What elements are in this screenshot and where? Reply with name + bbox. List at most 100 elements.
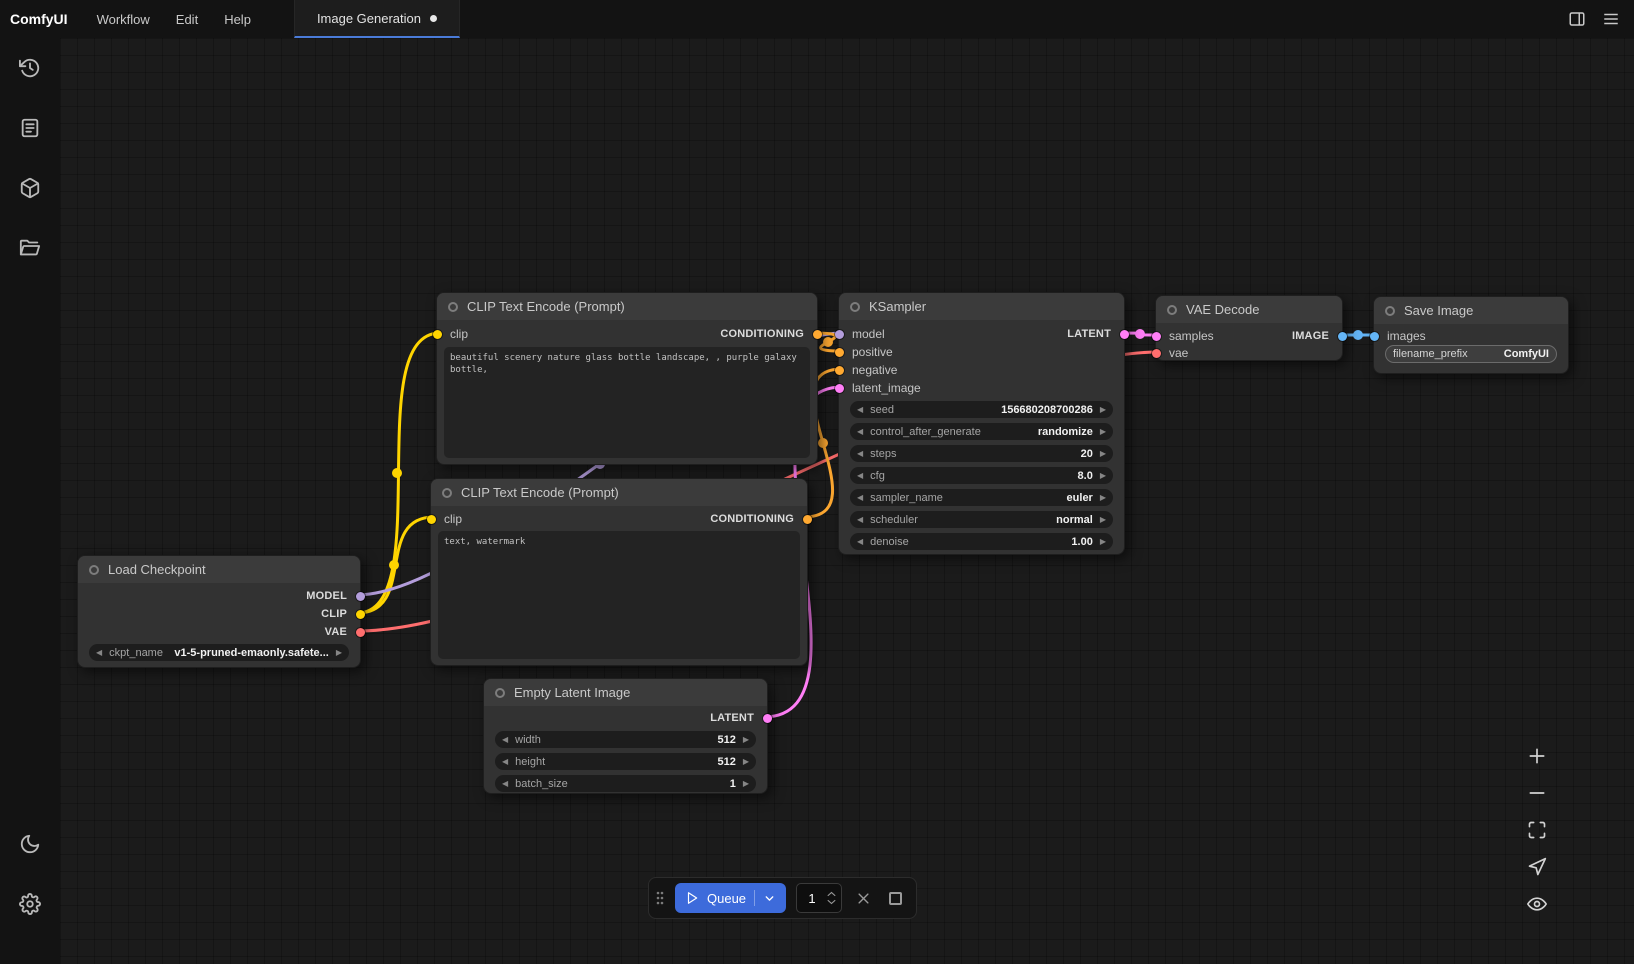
clip-output-dot[interactable] — [356, 610, 365, 619]
decrement-arrow-icon[interactable]: ◀ — [502, 758, 508, 766]
scheduler-widget[interactable]: ◀ scheduler normal ▶ — [850, 511, 1113, 528]
decrement-arrow-icon[interactable]: ◀ — [857, 494, 863, 502]
menu-help[interactable]: Help — [211, 0, 264, 38]
filename-prefix-widget[interactable]: filename_prefix ComfyUI — [1385, 345, 1557, 363]
latent-output-dot[interactable] — [763, 714, 772, 723]
denoise-widget[interactable]: ◀ denoise 1.00 ▶ — [850, 533, 1113, 550]
history-icon[interactable] — [8, 46, 52, 90]
positive-input-dot[interactable] — [835, 348, 844, 357]
zoom-in-icon[interactable] — [1525, 744, 1549, 768]
decrement-arrow-icon[interactable]: ◀ — [96, 649, 102, 657]
control-after-generate-widget[interactable]: ◀ control_after_generate randomize ▶ — [850, 423, 1113, 440]
collapse-dot[interactable] — [442, 488, 452, 498]
batch-count-steppers[interactable] — [827, 891, 841, 905]
batch-size-widget[interactable]: ◀ batch_size 1 ▶ — [495, 775, 756, 792]
batch-count-input[interactable]: 1 — [796, 883, 842, 913]
collapse-dot[interactable] — [448, 302, 458, 312]
tab-image-generation[interactable]: Image Generation — [294, 0, 460, 38]
conditioning-output-dot[interactable] — [803, 515, 812, 524]
node-clip-text-encode-negative[interactable]: CLIP Text Encode (Prompt) clip CONDITION… — [430, 478, 808, 666]
conditioning-output-dot[interactable] — [813, 330, 822, 339]
images-input-dot[interactable] — [1370, 332, 1379, 341]
stop-button[interactable] — [884, 883, 906, 913]
link-midpoint-dot[interactable] — [1135, 329, 1145, 339]
node-titlebar[interactable]: KSampler — [839, 293, 1124, 320]
node-clip-text-encode-positive[interactable]: CLIP Text Encode (Prompt) clip CONDITION… — [436, 292, 818, 465]
seed-widget[interactable]: ◀ seed 156680208700286 ▶ — [850, 401, 1113, 418]
collapse-dot[interactable] — [495, 688, 505, 698]
link-midpoint-dot[interactable] — [818, 438, 828, 448]
model-input-dot[interactable] — [835, 330, 844, 339]
latent-output-dot[interactable] — [1120, 330, 1129, 339]
node-titlebar[interactable]: Empty Latent Image — [484, 679, 767, 706]
node-titlebar[interactable]: Load Checkpoint — [78, 556, 360, 583]
prompt-textarea[interactable]: text, watermark — [438, 531, 800, 659]
increment-arrow-icon[interactable]: ▶ — [743, 758, 749, 766]
zoom-out-icon[interactable] — [1525, 781, 1549, 805]
menu-workflow[interactable]: Workflow — [84, 0, 163, 38]
increment-arrow-icon[interactable]: ▶ — [1100, 406, 1106, 414]
node-titlebar[interactable]: CLIP Text Encode (Prompt) — [431, 479, 807, 506]
node-vae-decode[interactable]: VAE Decode samples IMAGE vae — [1155, 295, 1343, 361]
increment-arrow-icon[interactable]: ▶ — [743, 780, 749, 788]
model-output-dot[interactable] — [356, 592, 365, 601]
fit-view-icon[interactable] — [1525, 818, 1549, 842]
panel-toggle-icon[interactable] — [1568, 10, 1586, 28]
decrement-arrow-icon[interactable]: ◀ — [502, 736, 508, 744]
cfg-widget[interactable]: ◀ cfg 8.0 ▶ — [850, 467, 1113, 484]
link-midpoint-dot[interactable] — [823, 337, 833, 347]
theme-toggle-icon[interactable] — [8, 822, 52, 866]
clip-input-dot[interactable] — [427, 515, 436, 524]
menu-icon[interactable] — [1602, 10, 1620, 28]
decrement-arrow-icon[interactable]: ◀ — [857, 538, 863, 546]
vae-output-dot[interactable] — [356, 628, 365, 637]
ckpt-name-widget[interactable]: ◀ ckpt_name v1-5-pruned-emaonly.safete..… — [89, 644, 349, 661]
select-mode-icon[interactable] — [1525, 855, 1549, 879]
link-midpoint-dot[interactable] — [1353, 330, 1363, 340]
cancel-button[interactable] — [852, 883, 874, 913]
drag-handle-icon[interactable] — [655, 890, 665, 906]
increment-arrow-icon[interactable]: ▶ — [1100, 450, 1106, 458]
node-titlebar[interactable]: VAE Decode — [1156, 296, 1342, 323]
width-widget[interactable]: ◀ width 512 ▶ — [495, 731, 756, 748]
height-widget[interactable]: ◀ height 512 ▶ — [495, 753, 756, 770]
menu-edit[interactable]: Edit — [163, 0, 211, 38]
increment-arrow-icon[interactable]: ▶ — [1100, 516, 1106, 524]
decrement-arrow-icon[interactable]: ◀ — [502, 780, 508, 788]
node-empty-latent-image[interactable]: Empty Latent Image LATENT ◀ width 512 ▶ … — [483, 678, 768, 794]
toggle-visibility-icon[interactable] — [1525, 892, 1549, 916]
collapse-dot[interactable] — [1167, 305, 1177, 315]
increment-arrow-icon[interactable]: ▶ — [743, 736, 749, 744]
increment-arrow-icon[interactable]: ▶ — [1100, 494, 1106, 502]
node-titlebar[interactable]: Save Image — [1374, 297, 1568, 324]
node-save-image[interactable]: Save Image images filename_prefix ComfyU… — [1373, 296, 1569, 374]
prompt-textarea[interactable]: beautiful scenery nature glass bottle la… — [444, 347, 810, 458]
workflows-icon[interactable] — [8, 226, 52, 270]
settings-icon[interactable] — [8, 882, 52, 926]
collapse-dot[interactable] — [89, 565, 99, 575]
node-library-icon[interactable] — [8, 106, 52, 150]
decrement-arrow-icon[interactable]: ◀ — [857, 450, 863, 458]
increment-arrow-icon[interactable]: ▶ — [1100, 472, 1106, 480]
node-graph-canvas[interactable]: CLIP Text Encode (Prompt) clip CONDITION… — [60, 38, 1634, 964]
link-midpoint-dot[interactable] — [392, 468, 402, 478]
chevron-down-icon[interactable] — [763, 892, 776, 905]
latent-image-input-dot[interactable] — [835, 384, 844, 393]
increment-arrow-icon[interactable]: ▶ — [1100, 428, 1106, 436]
chevron-down-icon[interactable] — [827, 899, 836, 905]
node-load-checkpoint[interactable]: Load Checkpoint MODEL CLIP VAE ◀ ckpt_na… — [77, 555, 361, 668]
chevron-up-icon[interactable] — [827, 891, 836, 897]
decrement-arrow-icon[interactable]: ◀ — [857, 472, 863, 480]
model-library-icon[interactable] — [8, 166, 52, 210]
increment-arrow-icon[interactable]: ▶ — [1100, 538, 1106, 546]
negative-input-dot[interactable] — [835, 366, 844, 375]
node-titlebar[interactable]: CLIP Text Encode (Prompt) — [437, 293, 817, 320]
decrement-arrow-icon[interactable]: ◀ — [857, 428, 863, 436]
increment-arrow-icon[interactable]: ▶ — [336, 649, 342, 657]
steps-widget[interactable]: ◀ steps 20 ▶ — [850, 445, 1113, 462]
image-output-dot[interactable] — [1338, 332, 1347, 341]
samples-input-dot[interactable] — [1152, 332, 1161, 341]
sampler-name-widget[interactable]: ◀ sampler_name euler ▶ — [850, 489, 1113, 506]
collapse-dot[interactable] — [1385, 306, 1395, 316]
clip-input-dot[interactable] — [433, 330, 442, 339]
